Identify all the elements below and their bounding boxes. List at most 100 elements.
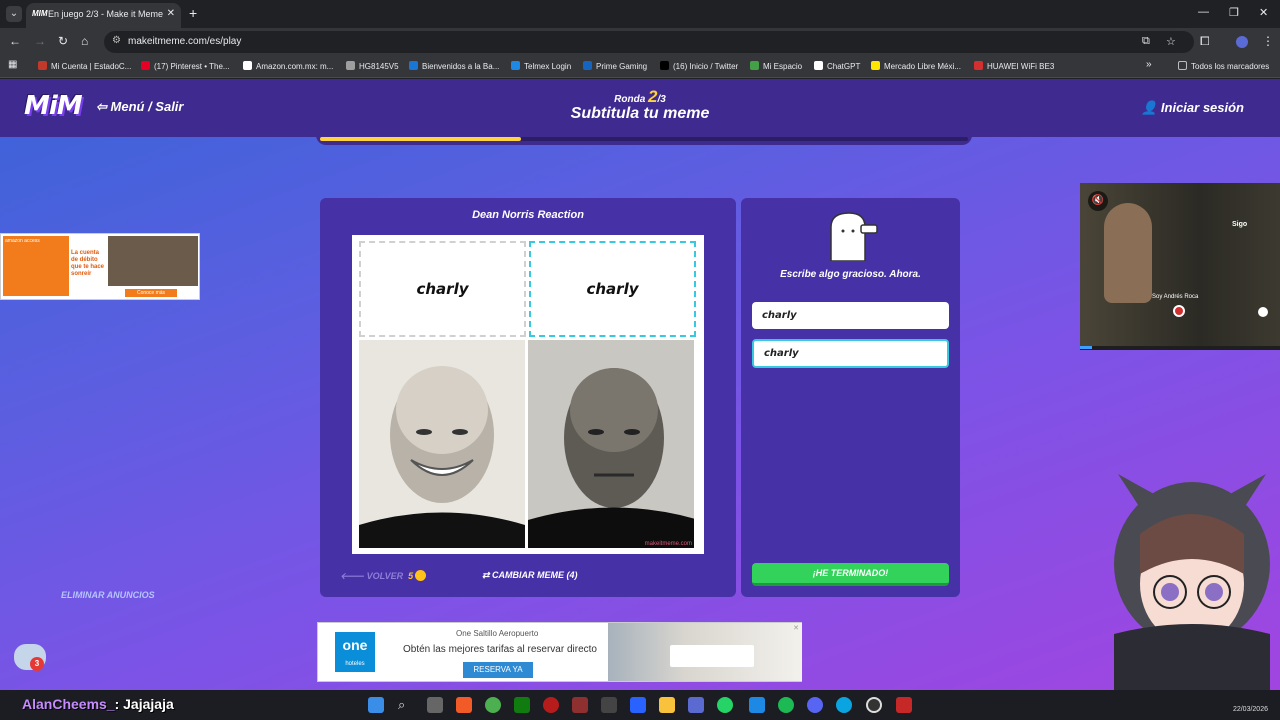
ad-cta-button[interactable]: Conoce más bbox=[125, 289, 177, 297]
start-icon[interactable] bbox=[368, 697, 384, 713]
remove-ads-link[interactable]: ELIMINAR ANUNCIOS bbox=[61, 590, 155, 600]
vtuber-avatar bbox=[1114, 474, 1270, 690]
bookmark-favicon-icon bbox=[346, 61, 355, 70]
bottom-ad-cta[interactable]: RESERVA YA bbox=[463, 662, 533, 678]
app-icon[interactable] bbox=[572, 697, 588, 713]
game-header: MiM ⇦ Menú / Salir Ronda 2/3 Subtitula t… bbox=[0, 79, 1280, 137]
bookmark-label: ChatGPT bbox=[827, 62, 861, 71]
task-view-icon[interactable] bbox=[427, 697, 443, 713]
vpn-icon[interactable] bbox=[896, 697, 912, 713]
forward-icon[interactable]: → bbox=[34, 34, 46, 48]
spotify-icon[interactable] bbox=[778, 697, 794, 713]
home-icon[interactable]: ⌂ bbox=[81, 34, 88, 48]
caption-box-1[interactable]: charly bbox=[359, 241, 526, 337]
search-icon[interactable]: ⌕ bbox=[398, 697, 414, 713]
bookmark-label: (16) Inicio / Twitter bbox=[673, 62, 739, 71]
taskbar-date: 22/03/2026 bbox=[1232, 706, 1268, 713]
video-ad[interactable]: 🔇 Sigo Soy Andrés Roca bbox=[1080, 183, 1280, 350]
bookmark-favicon-icon bbox=[974, 61, 983, 70]
bookmark-item[interactable]: (16) Inicio / Twitter bbox=[660, 61, 738, 71]
profile-avatar[interactable] bbox=[1236, 36, 1248, 48]
video-person bbox=[1104, 203, 1152, 303]
discord-icon[interactable] bbox=[807, 697, 823, 713]
shuffle-icon: ⇄ bbox=[482, 570, 493, 580]
left-ad-banner[interactable]: amazon access La cuenta de débito que te… bbox=[0, 233, 200, 300]
bookmark-favicon-icon bbox=[660, 61, 669, 70]
bookmark-item[interactable]: (17) Pinterest • The... bbox=[141, 61, 230, 71]
obs-icon[interactable] bbox=[866, 697, 882, 713]
round-current: 2 bbox=[648, 87, 658, 106]
caption-box-2[interactable]: charly bbox=[529, 241, 696, 337]
more-menu-icon[interactable]: ⋮ bbox=[1262, 34, 1274, 48]
extensions-icon[interactable]: ⧠ bbox=[1200, 34, 1210, 48]
bookmarks-overflow-icon[interactable]: » bbox=[1146, 59, 1152, 70]
change-meme-button[interactable]: ⇄ CAMBIAR MEME (4) bbox=[482, 570, 578, 581]
bookmark-item[interactable]: Mercado Libre Méxi... bbox=[871, 61, 961, 71]
minimize-icon[interactable]: — bbox=[1198, 6, 1209, 18]
bookmark-item[interactable]: ChatGPT bbox=[814, 61, 860, 71]
ad-text: La cuenta de débito que te hace sonreír bbox=[69, 236, 107, 296]
tab-close-icon[interactable]: ✕ bbox=[167, 8, 175, 19]
back-label: VOLVER bbox=[366, 571, 404, 581]
back-icon[interactable]: ← bbox=[9, 34, 21, 48]
done-button[interactable]: ¡HE TERMINADO! bbox=[752, 563, 949, 586]
tab-favicon: MIM bbox=[32, 9, 48, 18]
round-label: Ronda bbox=[614, 94, 646, 105]
network-icon[interactable] bbox=[688, 697, 704, 713]
unity-icon[interactable] bbox=[601, 697, 617, 713]
bookmark-label: Bienvenidos a la Ba... bbox=[422, 62, 500, 71]
bookmark-item[interactable]: Amazon.com.mx: m... bbox=[243, 61, 333, 71]
apps-grid-icon[interactable]: ▦ bbox=[8, 59, 17, 70]
site-info-icon[interactable]: ⚙ bbox=[112, 35, 121, 46]
meme-watermark: makeitmeme.com bbox=[644, 541, 692, 547]
opera-icon[interactable] bbox=[543, 697, 559, 713]
video-caption: Soy Andrés Roca bbox=[1152, 294, 1199, 300]
record-icon[interactable] bbox=[1173, 305, 1185, 317]
folder-icon[interactable] bbox=[659, 697, 675, 713]
all-bookmarks-label: Todos los marcadores bbox=[1191, 62, 1270, 71]
address-bar[interactable]: ⚙ makeitmeme.com/es/play ⧉ ☆ bbox=[104, 31, 1194, 53]
xbox-icon[interactable] bbox=[514, 697, 530, 713]
editor-icon[interactable] bbox=[630, 697, 646, 713]
login-link[interactable]: 👤 Iniciar sesión bbox=[1141, 100, 1244, 116]
bookmark-item[interactable]: HUAWEI WiFi BE3 bbox=[974, 61, 1054, 71]
bookmark-favicon-icon bbox=[871, 61, 880, 70]
bookmark-item[interactable]: Bienvenidos a la Ba... bbox=[409, 61, 499, 71]
bookmark-item[interactable]: HG8145V5 bbox=[346, 61, 399, 71]
all-bookmarks-folder[interactable]: Todos los marcadores bbox=[1178, 61, 1269, 71]
browser-tab[interactable]: MIM En juego 2/3 - Make it Meme ✕ bbox=[26, 3, 181, 28]
login-label: Iniciar sesión bbox=[1160, 100, 1244, 115]
reload-icon[interactable]: ↻ bbox=[58, 34, 68, 48]
bookmark-label: HG8145V5 bbox=[359, 62, 399, 71]
ad-brand: amazon access bbox=[5, 238, 40, 244]
video-slider-handle[interactable] bbox=[1258, 307, 1268, 317]
bookmark-item[interactable]: Mi Cuenta | EstadoC... bbox=[38, 61, 131, 71]
mascot-icon bbox=[830, 212, 878, 261]
new-tab-button[interactable]: + bbox=[189, 6, 197, 20]
timer-fill bbox=[320, 137, 521, 141]
chrome-icon[interactable] bbox=[485, 697, 501, 713]
tab-search-button[interactable]: ⌄ bbox=[6, 6, 22, 22]
restore-icon[interactable]: ❐ bbox=[1229, 6, 1239, 19]
whatsapp-icon[interactable] bbox=[717, 697, 733, 713]
bottom-ad-photo bbox=[608, 623, 802, 681]
back-button[interactable]: 🡐 VOLVER 5 bbox=[340, 570, 427, 582]
mute-icon[interactable]: 🔇 bbox=[1088, 191, 1108, 211]
edge-icon[interactable] bbox=[836, 697, 852, 713]
caption-input-2[interactable] bbox=[752, 339, 949, 368]
brave-icon[interactable] bbox=[456, 697, 472, 713]
caption-input-1[interactable] bbox=[752, 302, 949, 329]
bookmark-favicon-icon bbox=[38, 61, 47, 70]
meme-panel: Dean Norris Reaction charly charly makei… bbox=[320, 198, 736, 597]
bookmark-item[interactable]: Mi Espacio bbox=[750, 61, 802, 71]
photos-icon[interactable] bbox=[749, 697, 765, 713]
ad-close-icon[interactable]: ✕ bbox=[793, 624, 799, 632]
window-close-icon[interactable]: ✕ bbox=[1259, 6, 1268, 19]
bookmark-star-icon[interactable]: ☆ bbox=[1166, 35, 1176, 48]
bookmark-favicon-icon bbox=[583, 61, 592, 70]
bookmark-item[interactable]: Prime Gaming bbox=[583, 61, 647, 71]
bottom-ad-banner[interactable]: one hoteles One Saltillo Aeropuerto Obté… bbox=[317, 622, 802, 682]
address-url: makeitmeme.com/es/play bbox=[128, 36, 242, 47]
bookmark-item[interactable]: Telmex Login bbox=[511, 61, 571, 71]
install-icon[interactable]: ⧉ bbox=[1142, 35, 1150, 48]
